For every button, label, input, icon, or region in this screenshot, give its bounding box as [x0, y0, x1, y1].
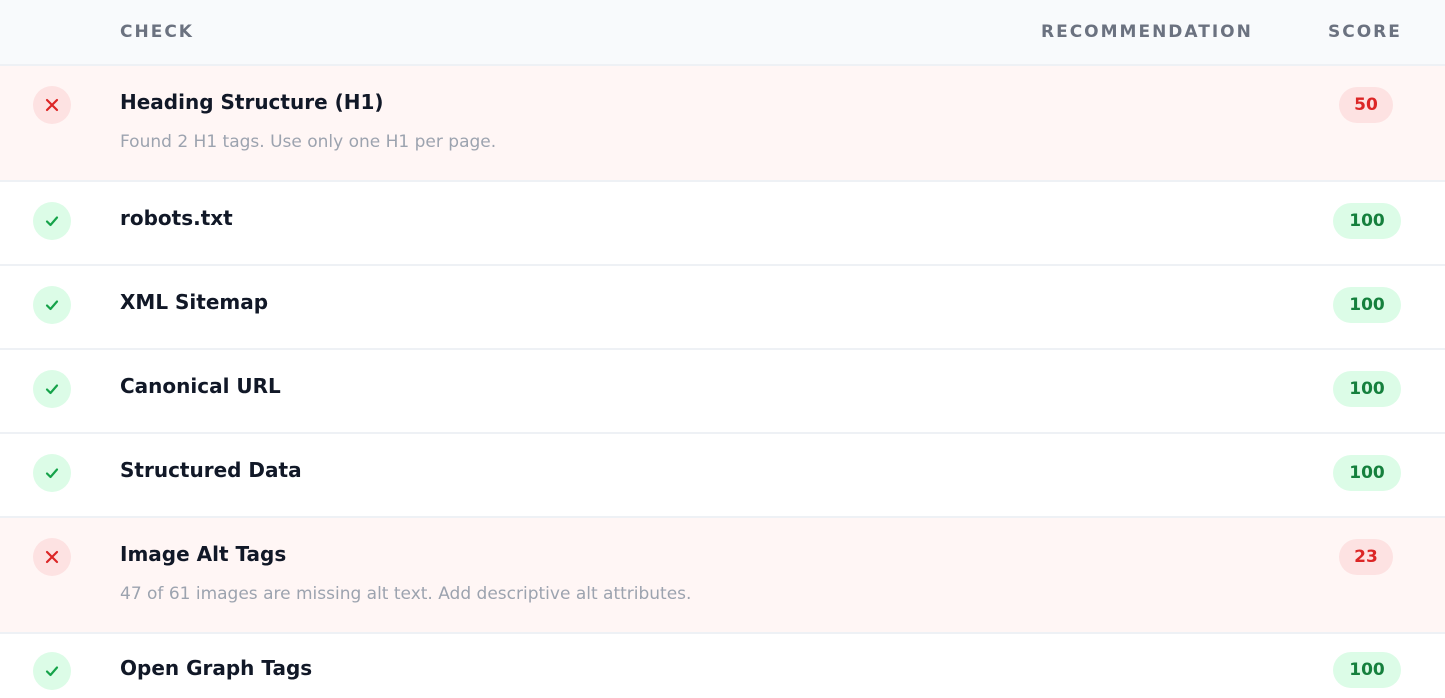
- table-row[interactable]: XML Sitemap 100: [0, 266, 1445, 350]
- check-title: Open Graph Tags: [120, 656, 313, 680]
- x-icon: [45, 98, 59, 112]
- table-row[interactable]: Structured Data 100: [0, 434, 1445, 518]
- score-badge: 23: [1339, 539, 1393, 575]
- check-icon: [45, 216, 59, 227]
- score-badge: 100: [1333, 371, 1401, 407]
- score-badge: 100: [1333, 652, 1401, 688]
- table-row[interactable]: Image Alt Tags 47 of 61 images are missi…: [0, 518, 1445, 634]
- check-title: robots.txt: [120, 206, 233, 230]
- check-title: Image Alt Tags: [120, 542, 287, 566]
- score-badge: 100: [1333, 455, 1401, 491]
- check-icon: [45, 666, 59, 677]
- seo-checks-table: CHECK RECOMMENDATION SCORE Heading Struc…: [0, 0, 1445, 698]
- score-badge: 100: [1333, 203, 1401, 239]
- check-title: Canonical URL: [120, 374, 281, 398]
- table-header: CHECK RECOMMENDATION SCORE: [0, 0, 1445, 66]
- check-icon: [45, 384, 59, 395]
- score-badge: 50: [1339, 87, 1393, 123]
- pass-status: [33, 370, 71, 408]
- fail-status: [33, 538, 71, 576]
- pass-status: [33, 202, 71, 240]
- check-icon: [45, 300, 59, 311]
- score-badge: 100: [1333, 287, 1401, 323]
- table-row[interactable]: Canonical URL 100: [0, 350, 1445, 434]
- check-title: XML Sitemap: [120, 290, 269, 314]
- check-description: 47 of 61 images are missing alt text. Ad…: [120, 584, 692, 604]
- table-row[interactable]: Heading Structure (H1) Found 2 H1 tags. …: [0, 66, 1445, 182]
- pass-status: [33, 286, 71, 324]
- check-title: Structured Data: [120, 458, 302, 482]
- column-header-score[interactable]: SCORE: [1328, 22, 1402, 42]
- table-row[interactable]: robots.txt 100: [0, 182, 1445, 266]
- check-description: Found 2 H1 tags. Use only one H1 per pag…: [120, 132, 497, 152]
- column-header-check[interactable]: CHECK: [120, 22, 194, 42]
- column-header-recommendation[interactable]: RECOMMENDATION: [1041, 22, 1253, 42]
- check-title: Heading Structure (H1): [120, 90, 384, 114]
- x-icon: [45, 550, 59, 564]
- check-icon: [45, 468, 59, 479]
- pass-status: [33, 652, 71, 690]
- pass-status: [33, 454, 71, 492]
- table-row[interactable]: Open Graph Tags 100: [0, 634, 1445, 698]
- fail-status: [33, 86, 71, 124]
